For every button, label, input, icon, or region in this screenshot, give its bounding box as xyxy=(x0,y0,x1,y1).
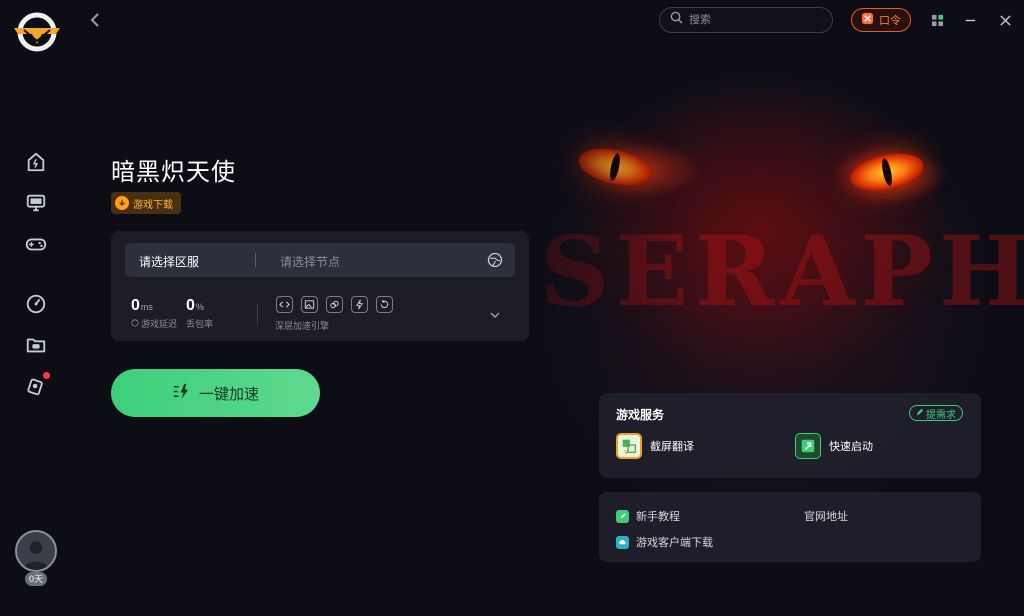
pencil-icon xyxy=(616,509,629,523)
accelerate-label: 一键加速 xyxy=(198,385,259,403)
globe-icon[interactable] xyxy=(487,252,503,268)
service-item-label: 截屏翻译 xyxy=(650,441,694,453)
refresh-icon[interactable] xyxy=(376,296,393,313)
service-item-translate[interactable]: V 截屏翻译 xyxy=(616,433,694,459)
image-icon[interactable] xyxy=(301,296,318,313)
app-logo xyxy=(12,10,62,56)
loss-unit: % xyxy=(195,302,204,312)
game-download-button[interactable]: 游戏下载 xyxy=(111,192,181,214)
node-select-label[interactable]: 请选择节点 xyxy=(280,253,340,270)
svg-text:V: V xyxy=(625,450,629,455)
request-feature-label: 提需求 xyxy=(926,409,956,421)
apps-grid-icon[interactable] xyxy=(928,11,946,29)
user-avatar-area[interactable]: 0天 xyxy=(13,530,59,590)
loss-label: 丢包率 xyxy=(186,319,214,329)
loss-value: 0 xyxy=(186,297,195,314)
monitor-icon[interactable] xyxy=(24,191,48,215)
region-select-label[interactable]: 请选择区服 xyxy=(139,253,199,270)
latency-unit: ms xyxy=(140,302,153,312)
latency-icon xyxy=(131,318,139,329)
pencil-icon xyxy=(916,408,924,419)
gamepad-icon[interactable] xyxy=(24,232,48,256)
latency-stat: 0ms 游戏延迟 xyxy=(131,297,177,330)
game-services-card: 游戏服务 提需求 V 截屏翻译 快速启动 xyxy=(599,393,981,478)
acceleration-panel: 请选择区服 请选择节点 0ms 游戏延迟 0% 丢包率 深层加速引擎 xyxy=(111,231,529,341)
speedometer-icon[interactable] xyxy=(24,292,48,316)
kouling-button[interactable]: 口令 xyxy=(851,8,911,32)
chevron-down-icon[interactable] xyxy=(489,307,501,319)
service-item-quick-launch[interactable]: 快速启动 xyxy=(795,433,873,459)
link-icon[interactable] xyxy=(326,296,343,313)
search-input[interactable] xyxy=(689,14,819,26)
close-icon[interactable] xyxy=(996,11,1014,29)
latency-value: 0 xyxy=(131,297,140,314)
latency-label: 游戏延迟 xyxy=(141,319,178,329)
app-window: SERAPH 0天 搜索 口令 暗黑炽天使 游戏下载 请选择区服 请选择节点 0… xyxy=(0,0,1024,616)
tutorial-label: 新手教程 xyxy=(636,511,680,523)
kouling-label: 口令 xyxy=(879,15,901,27)
cloud-download-icon xyxy=(616,535,629,549)
membership-days-badge: 0天 xyxy=(25,572,47,586)
back-icon[interactable] xyxy=(86,10,104,30)
code-icon[interactable] xyxy=(276,296,293,313)
links-card: 新手教程 官网地址 游戏客户端下载 xyxy=(599,492,981,562)
notification-dot xyxy=(43,372,50,379)
official-website-link[interactable]: 官网地址 xyxy=(804,508,848,524)
download-icon xyxy=(115,196,129,210)
minimize-icon[interactable] xyxy=(961,11,979,29)
game-title: 暗黑炽天使 xyxy=(111,159,236,186)
folder-game-icon[interactable] xyxy=(24,333,48,357)
kouling-icon xyxy=(861,12,874,28)
tutorial-link[interactable]: 新手教程 xyxy=(616,508,680,524)
region-node-selector[interactable]: 请选择区服 请选择节点 xyxy=(125,243,515,277)
sidebar: 0天 xyxy=(0,0,72,616)
tools-icon[interactable] xyxy=(24,372,50,398)
translate-icon: V xyxy=(616,433,642,459)
engine-feature-icons xyxy=(276,296,393,313)
home-icon[interactable] xyxy=(24,150,48,174)
avatar[interactable] xyxy=(15,530,57,572)
game-download-label: 游戏下载 xyxy=(133,199,173,211)
divider xyxy=(255,253,256,267)
search-bar[interactable] xyxy=(659,7,833,33)
packet-loss-stat: 0% 丢包率 xyxy=(186,297,213,330)
engine-label: 深层加速引擎 xyxy=(275,321,330,331)
quick-launch-icon xyxy=(795,433,821,459)
lightning-icon[interactable] xyxy=(351,296,368,313)
client-download-link[interactable]: 游戏客户端下载 xyxy=(616,534,713,550)
website-label: 官网地址 xyxy=(804,511,848,523)
one-click-accelerate-button[interactable]: 一键加速 xyxy=(111,369,320,417)
service-item-label: 快速启动 xyxy=(829,441,873,453)
accelerate-icon xyxy=(172,382,191,405)
request-feature-button[interactable]: 提需求 xyxy=(909,405,963,421)
divider xyxy=(257,303,258,325)
client-download-label: 游戏客户端下载 xyxy=(636,537,713,549)
services-title: 游戏服务 xyxy=(616,408,665,422)
search-icon xyxy=(670,11,683,29)
